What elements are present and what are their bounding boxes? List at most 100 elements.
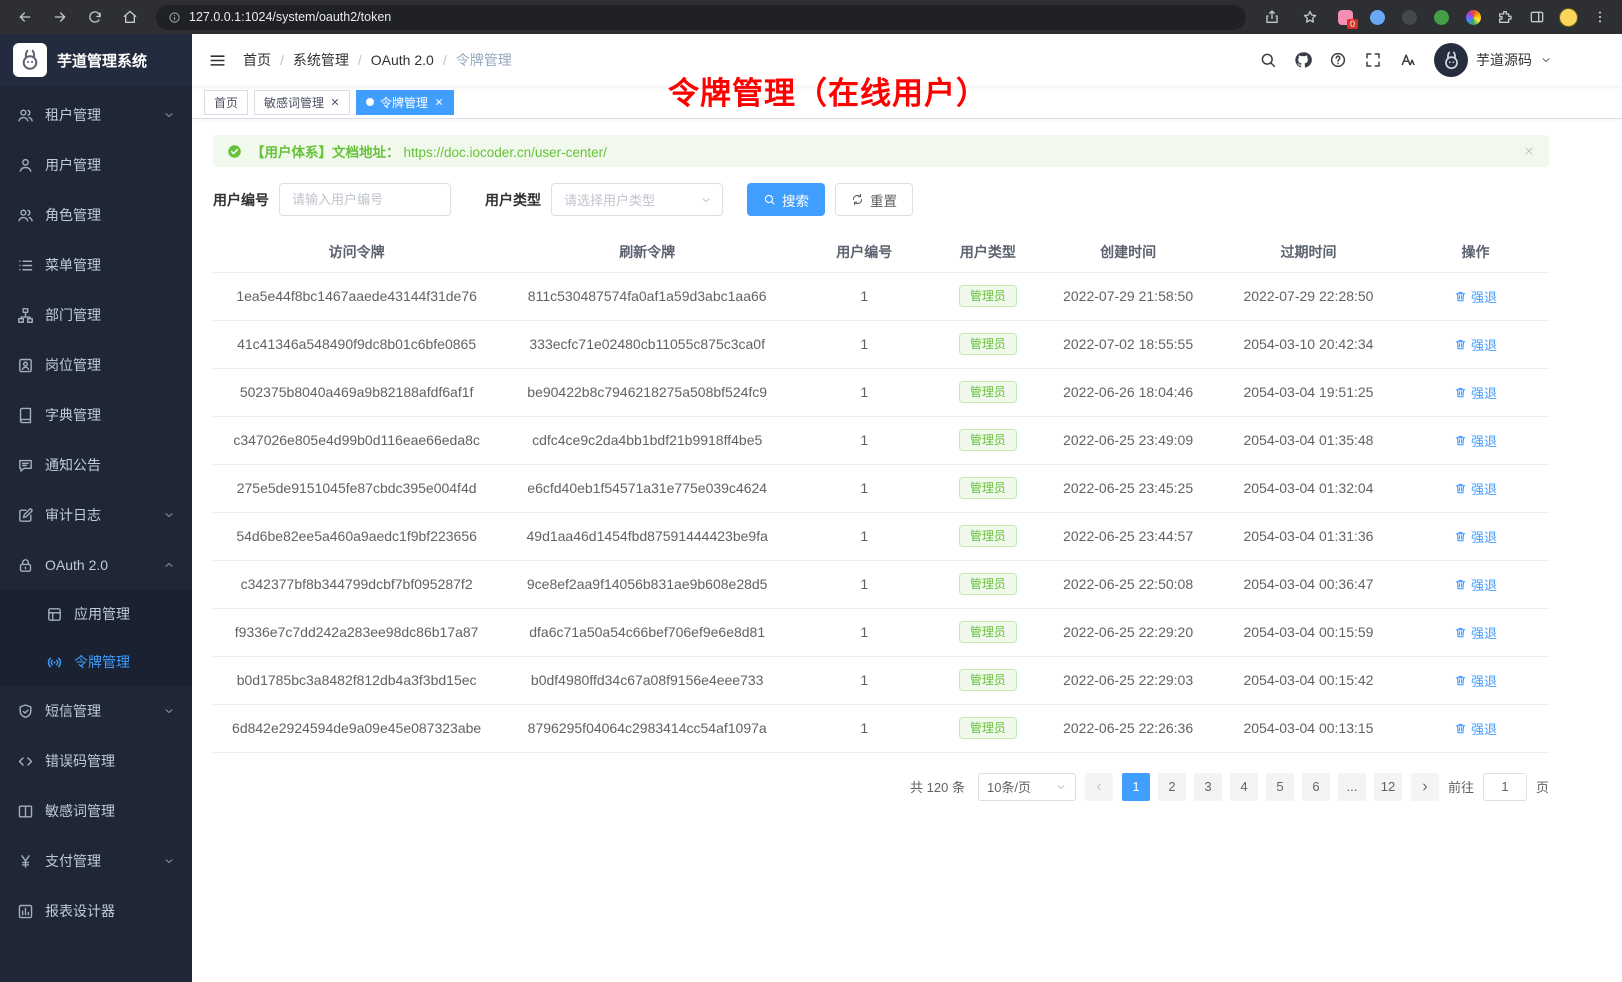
- sidebar-item-sms[interactable]: 短信管理: [0, 686, 192, 736]
- extension-icon-pink[interactable]: 0: [1335, 7, 1355, 27]
- sidebar-item-report[interactable]: 报表设计器: [0, 886, 192, 936]
- force-logout-button[interactable]: 强退: [1454, 575, 1497, 594]
- browser-home-button[interactable]: [117, 4, 143, 30]
- cell-refresh-token: 811c530487574fa0af1a59d3abc1aa66: [500, 272, 794, 320]
- trash-icon: [1454, 626, 1467, 639]
- alert-close-icon[interactable]: [1523, 145, 1535, 157]
- sidebar-item-oauth2[interactable]: OAuth 2.0: [0, 540, 192, 590]
- share-button[interactable]: [1259, 4, 1285, 30]
- extensions-menu-button[interactable]: [1495, 7, 1515, 27]
- tab-token[interactable]: 令牌管理: [356, 90, 454, 115]
- signal-icon: [46, 654, 63, 671]
- cell-created-at: 2022-06-25 23:44:57: [1041, 512, 1215, 560]
- extension-icon-green[interactable]: [1431, 7, 1451, 27]
- pagination-ellipsis[interactable]: ...: [1338, 773, 1366, 801]
- user-id-input[interactable]: [279, 183, 451, 216]
- pagination-page-6[interactable]: 6: [1302, 773, 1330, 801]
- user-name: 芋道源码: [1476, 50, 1532, 70]
- cell-created-at: 2022-06-25 22:29:20: [1041, 608, 1215, 656]
- extension-icon-rainbow[interactable]: [1463, 7, 1483, 27]
- page-size-select[interactable]: 10条/页: [978, 773, 1076, 801]
- sidebar-item-user[interactable]: 用户管理: [0, 140, 192, 190]
- tab-close-icon[interactable]: [330, 97, 340, 107]
- browser-reload-button[interactable]: [82, 4, 108, 30]
- chevron-down-icon: [700, 194, 712, 206]
- chev-down-icon: [163, 705, 175, 717]
- force-logout-button[interactable]: 强退: [1454, 623, 1497, 642]
- sidebar-item-oauth2-app[interactable]: 应用管理: [0, 590, 192, 638]
- reset-button[interactable]: 重置: [835, 183, 913, 216]
- sidebar-item-sensitive-word[interactable]: 敏感词管理: [0, 786, 192, 836]
- fullscreen-button[interactable]: [1364, 51, 1382, 69]
- sidebar-item-audit-log[interactable]: 审计日志: [0, 490, 192, 540]
- header-search-button[interactable]: [1259, 51, 1277, 69]
- address-bar[interactable]: 127.0.0.1:1024/system/oauth2/token: [156, 5, 1246, 30]
- browser-back-button[interactable]: [12, 4, 38, 30]
- extension-icon-black[interactable]: [1399, 7, 1419, 27]
- force-logout-button[interactable]: 强退: [1454, 527, 1497, 546]
- breadcrumb-item-system[interactable]: 系统管理: [293, 50, 349, 70]
- sidebar-item-oauth2-token[interactable]: 令牌管理: [0, 638, 192, 686]
- user-menu[interactable]: 芋道源码: [1434, 43, 1552, 77]
- sidebar-item-dept[interactable]: 部门管理: [0, 290, 192, 340]
- tab-panel-button[interactable]: [1527, 7, 1547, 27]
- browser-forward-button[interactable]: [47, 4, 73, 30]
- sidebar-item-pay[interactable]: 支付管理: [0, 836, 192, 886]
- pagination-page-3[interactable]: 3: [1194, 773, 1222, 801]
- pagination-page-1[interactable]: 1: [1122, 773, 1150, 801]
- info-icon: [168, 11, 181, 24]
- force-logout-button[interactable]: 强退: [1454, 479, 1497, 498]
- sidebar-item-error-code[interactable]: 错误码管理: [0, 736, 192, 786]
- search-submit-button[interactable]: 搜索: [747, 183, 825, 216]
- pagination-next-button[interactable]: [1411, 773, 1439, 801]
- sidebar-item-dict[interactable]: 字典管理: [0, 390, 192, 440]
- tab-sensitive-word[interactable]: 敏感词管理: [254, 90, 350, 115]
- force-logout-button[interactable]: 强退: [1454, 287, 1497, 306]
- bookmark-button[interactable]: [1297, 4, 1323, 30]
- browser-menu-button[interactable]: [1590, 7, 1610, 27]
- trash-icon: [1454, 290, 1467, 303]
- extension-icon-blue[interactable]: [1367, 7, 1387, 27]
- extension-black-icon: [1402, 10, 1417, 25]
- sidebar-item-menu[interactable]: 菜单管理: [0, 240, 192, 290]
- sidebar-item-label: 通知公告: [45, 455, 101, 475]
- breadcrumb-item-home[interactable]: 首页: [243, 50, 271, 70]
- pagination-prev-button[interactable]: [1085, 773, 1113, 801]
- app-logo[interactable]: 芋道管理系统: [0, 34, 192, 86]
- help-button[interactable]: [1329, 51, 1347, 69]
- table-row: b0d1785bc3a8482f812db4a3f3bd15ecb0df4980…: [213, 656, 1549, 704]
- font-size-button[interactable]: [1399, 51, 1417, 69]
- doc-link[interactable]: https://doc.iocoder.cn/user-center/: [404, 145, 607, 160]
- cell-access-token: 6d842e2924594de9a09e45e087323abe: [213, 704, 500, 752]
- goto-page-input[interactable]: [1483, 773, 1527, 801]
- sidebar-item-post[interactable]: 岗位管理: [0, 340, 192, 390]
- force-logout-button[interactable]: 强退: [1454, 335, 1497, 354]
- tab-label: 首页: [214, 94, 238, 111]
- forward-icon: [52, 9, 68, 25]
- badge-icon: [17, 357, 34, 374]
- tree-icon: [17, 307, 34, 324]
- force-logout-button[interactable]: 强退: [1454, 431, 1497, 450]
- breadcrumb-item-oauth2[interactable]: OAuth 2.0: [371, 52, 434, 68]
- pagination-page-4[interactable]: 4: [1230, 773, 1258, 801]
- sidebar-item-notice[interactable]: 通知公告: [0, 440, 192, 490]
- force-logout-button[interactable]: 强退: [1454, 671, 1497, 690]
- back-icon: [17, 9, 33, 25]
- share-icon: [1264, 9, 1280, 25]
- sidebar-item-role[interactable]: 角色管理: [0, 190, 192, 240]
- tab-home[interactable]: 首页: [204, 90, 248, 115]
- sidebar-item-label: 短信管理: [45, 701, 101, 721]
- reload-icon: [87, 9, 103, 25]
- star-icon: [1302, 9, 1318, 25]
- sidebar-item-tenant[interactable]: 租户管理: [0, 90, 192, 140]
- user-type-select[interactable]: 请选择用户类型: [551, 183, 723, 216]
- github-link[interactable]: [1294, 51, 1312, 69]
- force-logout-button[interactable]: 强退: [1454, 719, 1497, 738]
- pagination-page-2[interactable]: 2: [1158, 773, 1186, 801]
- pagination-page-5[interactable]: 5: [1266, 773, 1294, 801]
- pagination-page-12[interactable]: 12: [1374, 773, 1402, 801]
- tab-close-icon[interactable]: [434, 97, 444, 107]
- sidebar-toggle-button[interactable]: [208, 51, 227, 70]
- browser-profile-avatar[interactable]: [1559, 8, 1578, 27]
- force-logout-button[interactable]: 强退: [1454, 383, 1497, 402]
